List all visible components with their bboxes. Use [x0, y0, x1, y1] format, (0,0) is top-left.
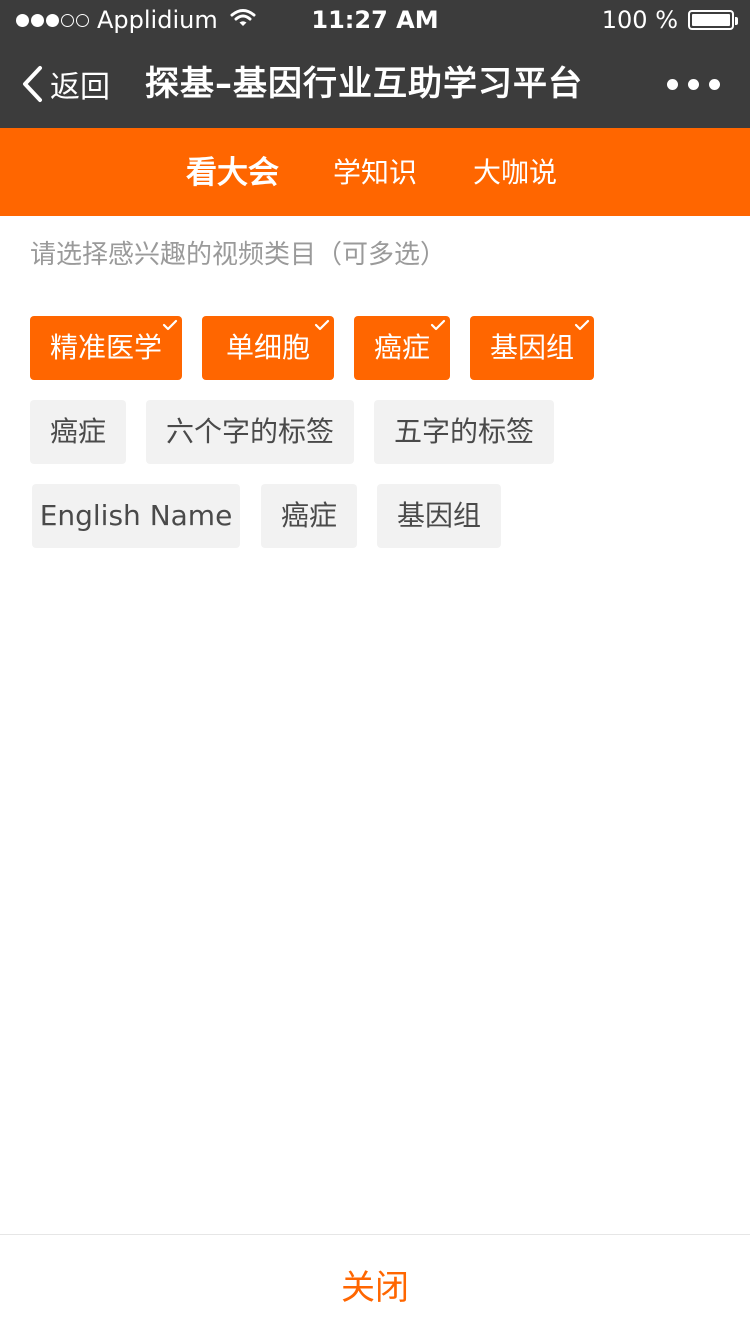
tag-label: 基因组 [396, 499, 481, 532]
tag-chip[interactable]: 癌症 [354, 316, 450, 380]
tab-conference[interactable]: 看大会 [186, 128, 279, 216]
battery-tip [735, 17, 738, 25]
battery-percentage: 100 % [601, 6, 678, 34]
page-title: 探基–基因行业互助学习平台 [145, 64, 583, 104]
tag-label: 癌症 [280, 499, 337, 532]
battery-fill [692, 14, 730, 26]
more-dot-icon [667, 78, 678, 90]
checkmark-icon [314, 319, 330, 331]
footer-bar: 关闭 [0, 1234, 750, 1334]
more-options-button[interactable] [667, 40, 720, 128]
tag-label: 基因组 [489, 331, 574, 364]
navigation-bar: 返回 探基–基因行业互助学习平台 [0, 40, 750, 128]
tag-label: 五字的标签 [393, 415, 534, 448]
checkmark-icon [574, 319, 590, 331]
chevron-left-icon [23, 66, 42, 102]
tag-chip[interactable]: 基因组 [377, 484, 501, 548]
more-dot-icon [709, 78, 720, 90]
tag-chip[interactable]: 五字的标签 [374, 400, 554, 464]
status-bar: Applidium 11:27 AM 100 % [0, 0, 750, 40]
selection-prompt: 请选择感兴趣的视频类目（可多选） [30, 240, 447, 270]
status-right: 100 % [601, 6, 738, 34]
checkmark-icon [430, 319, 446, 331]
tag-chip[interactable]: 癌症 [261, 484, 357, 548]
tag-chip[interactable]: 癌症 [30, 400, 126, 464]
tag-label: English Name [39, 499, 233, 532]
checkmark-icon [162, 319, 178, 331]
tag-label: 癌症 [373, 331, 430, 364]
tag-label: 六个字的标签 [165, 415, 334, 448]
category-tabs: 看大会 学知识 大咖说 [0, 128, 750, 216]
back-label: 返回 [50, 70, 110, 105]
close-button[interactable]: 关闭 [341, 1260, 409, 1309]
tag-chip[interactable]: 基因组 [470, 316, 594, 380]
back-button[interactable]: 返回 [20, 40, 110, 128]
tag-chip[interactable]: 六个字的标签 [146, 400, 354, 464]
tag-chip[interactable]: 单细胞 [202, 316, 334, 380]
tag-label: 单细胞 [225, 331, 310, 364]
tag-chip[interactable]: 精准医学 [30, 316, 182, 380]
tag-label: 癌症 [49, 415, 106, 448]
tab-knowledge[interactable]: 学知识 [333, 128, 417, 216]
tab-experts[interactable]: 大咖说 [473, 128, 557, 216]
more-dot-icon [688, 78, 699, 90]
tag-label: 精准医学 [49, 331, 162, 364]
battery-icon [688, 10, 738, 30]
tag-chip[interactable]: English Name [32, 484, 240, 548]
